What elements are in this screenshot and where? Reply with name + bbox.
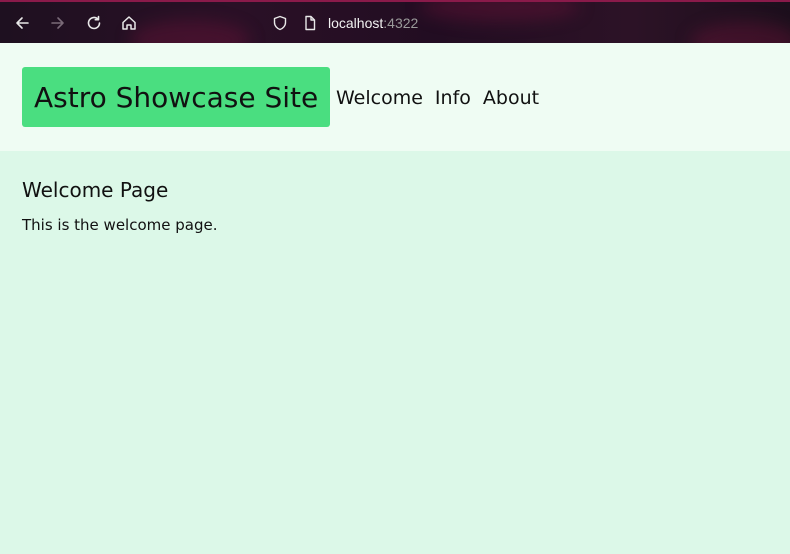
forward-button[interactable] bbox=[48, 13, 68, 33]
page-body-text: This is the welcome page. bbox=[22, 216, 218, 234]
forward-arrow-icon bbox=[51, 17, 64, 29]
back-arrow-icon bbox=[16, 17, 29, 29]
nav-link-info[interactable]: Info bbox=[435, 87, 471, 109]
url-port: :4322 bbox=[383, 15, 419, 31]
page-icon bbox=[305, 15, 316, 31]
nav-link-welcome[interactable]: Welcome bbox=[336, 87, 423, 109]
page-title: Welcome Page bbox=[22, 178, 169, 202]
reload-icon bbox=[87, 15, 101, 30]
nav-link-about[interactable]: About bbox=[483, 87, 539, 109]
home-icon bbox=[122, 16, 136, 30]
back-button[interactable] bbox=[12, 13, 32, 33]
main-content: Welcome Page This is the welcome page. bbox=[22, 178, 762, 234]
site-title[interactable]: Astro Showcase Site bbox=[22, 67, 331, 127]
url-host: localhost bbox=[328, 15, 384, 31]
address-bar[interactable]: localhost:4322 bbox=[272, 13, 418, 33]
site-header: Astro Showcase Site Welcome Info About bbox=[0, 43, 790, 151]
shield-icon bbox=[273, 15, 287, 31]
site-nav: Welcome Info About bbox=[336, 87, 539, 109]
home-button[interactable] bbox=[119, 13, 139, 33]
url-text[interactable]: localhost:4322 bbox=[328, 15, 418, 31]
reload-button[interactable] bbox=[84, 13, 104, 33]
browser-toolbar: localhost:4322 bbox=[0, 0, 790, 43]
